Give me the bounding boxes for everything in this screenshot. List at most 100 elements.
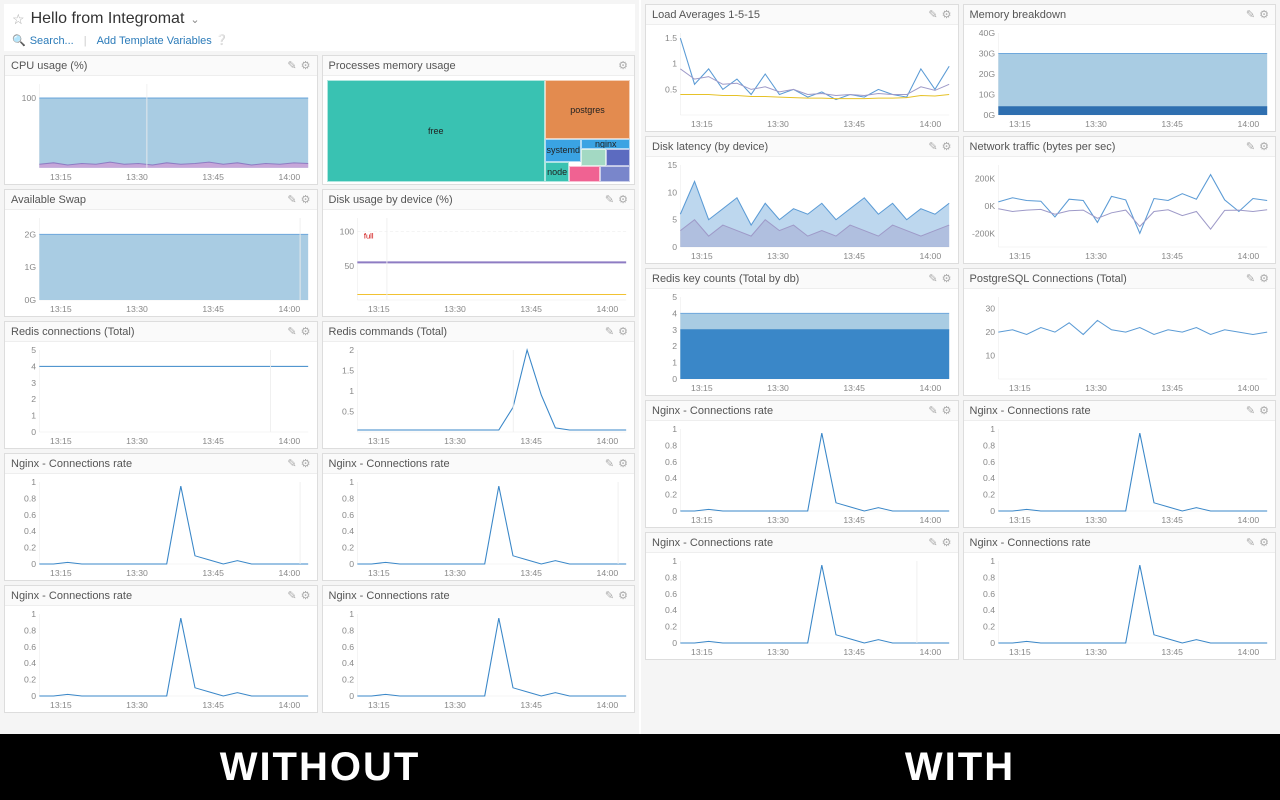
edit-icon[interactable]: ✎ bbox=[287, 589, 296, 602]
edit-icon[interactable]: ✎ bbox=[1246, 140, 1255, 153]
svg-text:0.2: 0.2 bbox=[24, 675, 36, 685]
svg-text:0.2: 0.2 bbox=[665, 622, 677, 632]
edit-icon[interactable]: ✎ bbox=[928, 140, 937, 153]
gear-icon[interactable]: ⚙ bbox=[1259, 272, 1269, 285]
edit-icon[interactable]: ✎ bbox=[287, 457, 296, 470]
panel-disk-usage: Disk usage by device (%)✎⚙50100full13:15… bbox=[322, 189, 636, 317]
svg-text:13:30: 13:30 bbox=[1085, 647, 1107, 657]
svg-text:13:30: 13:30 bbox=[767, 251, 789, 261]
svg-text:1: 1 bbox=[31, 610, 36, 619]
svg-text:14:00: 14:00 bbox=[279, 700, 301, 710]
svg-text:13:15: 13:15 bbox=[368, 568, 390, 578]
edit-icon[interactable]: ✎ bbox=[928, 272, 937, 285]
treemap-cell[interactable]: postgres bbox=[545, 80, 630, 139]
edit-icon[interactable]: ✎ bbox=[605, 589, 614, 602]
edit-icon[interactable]: ✎ bbox=[605, 193, 614, 206]
svg-text:13:15: 13:15 bbox=[691, 383, 713, 393]
treemap-cell[interactable] bbox=[600, 166, 630, 182]
svg-text:100: 100 bbox=[22, 93, 37, 103]
edit-icon[interactable]: ✎ bbox=[1246, 272, 1255, 285]
svg-text:0: 0 bbox=[349, 559, 354, 569]
svg-text:13:15: 13:15 bbox=[691, 119, 713, 129]
gear-icon[interactable]: ⚙ bbox=[1259, 404, 1269, 417]
svg-text:13:45: 13:45 bbox=[202, 436, 224, 446]
edit-icon[interactable]: ✎ bbox=[605, 457, 614, 470]
svg-text:14:00: 14:00 bbox=[920, 251, 942, 261]
svg-text:1.5: 1.5 bbox=[342, 366, 354, 376]
svg-text:13:15: 13:15 bbox=[691, 515, 713, 525]
edit-icon[interactable]: ✎ bbox=[1246, 404, 1255, 417]
treemap-cell[interactable] bbox=[569, 166, 599, 182]
edit-icon[interactable]: ✎ bbox=[287, 325, 296, 338]
svg-text:5: 5 bbox=[672, 215, 677, 225]
svg-text:-200K: -200K bbox=[971, 229, 995, 239]
svg-text:14:00: 14:00 bbox=[279, 568, 301, 578]
panel-network: Network traffic (bytes per sec)✎⚙-200K0K… bbox=[963, 136, 1277, 264]
svg-text:0.6: 0.6 bbox=[24, 642, 36, 652]
svg-text:0: 0 bbox=[990, 638, 995, 648]
svg-text:1: 1 bbox=[349, 610, 354, 619]
svg-text:13:45: 13:45 bbox=[520, 304, 542, 314]
edit-icon[interactable]: ✎ bbox=[287, 59, 296, 72]
gear-icon[interactable]: ⚙ bbox=[942, 8, 952, 21]
edit-icon[interactable]: ✎ bbox=[1246, 536, 1255, 549]
svg-text:0: 0 bbox=[31, 559, 36, 569]
svg-text:13:45: 13:45 bbox=[520, 700, 542, 710]
treemap-cell[interactable] bbox=[606, 149, 630, 165]
edit-icon[interactable]: ✎ bbox=[928, 536, 937, 549]
gear-icon[interactable]: ⚙ bbox=[942, 536, 952, 549]
treemap-cell[interactable]: systemd bbox=[545, 139, 581, 161]
svg-text:13:45: 13:45 bbox=[202, 304, 224, 314]
gear-icon[interactable]: ⚙ bbox=[1259, 8, 1269, 21]
treemap-cell[interactable]: nginx bbox=[581, 139, 630, 149]
svg-text:0.6: 0.6 bbox=[665, 457, 677, 467]
edit-icon[interactable]: ✎ bbox=[287, 193, 296, 206]
gear-icon[interactable]: ⚙ bbox=[618, 589, 628, 602]
svg-text:14:00: 14:00 bbox=[1237, 251, 1259, 261]
treemap-cell[interactable]: node bbox=[545, 162, 569, 182]
gear-icon[interactable]: ⚙ bbox=[942, 404, 952, 417]
svg-text:3: 3 bbox=[672, 325, 677, 335]
svg-text:13:15: 13:15 bbox=[50, 304, 72, 314]
gear-icon[interactable]: ⚙ bbox=[618, 325, 628, 338]
treemap-cell[interactable]: free bbox=[327, 80, 546, 182]
gear-icon[interactable]: ⚙ bbox=[301, 589, 311, 602]
star-icon[interactable]: ☆ bbox=[12, 11, 25, 28]
edit-icon[interactable]: ✎ bbox=[605, 325, 614, 338]
gear-icon[interactable]: ⚙ bbox=[942, 140, 952, 153]
search-link[interactable]: 🔍 Search... bbox=[12, 34, 74, 47]
chevron-down-icon[interactable]: ⌄ bbox=[190, 13, 199, 26]
svg-text:13:45: 13:45 bbox=[1161, 119, 1183, 129]
gear-icon[interactable]: ⚙ bbox=[1259, 536, 1269, 549]
dashboard-title[interactable]: Hello from Integromat bbox=[31, 10, 185, 28]
gear-icon[interactable]: ⚙ bbox=[618, 193, 628, 206]
edit-icon[interactable]: ✎ bbox=[928, 8, 937, 21]
svg-text:0.8: 0.8 bbox=[342, 626, 354, 636]
gear-icon[interactable]: ⚙ bbox=[942, 272, 952, 285]
svg-text:13:30: 13:30 bbox=[126, 172, 148, 182]
svg-text:0.8: 0.8 bbox=[665, 441, 677, 451]
gear-icon[interactable]: ⚙ bbox=[301, 457, 311, 470]
gear-icon[interactable]: ⚙ bbox=[618, 457, 628, 470]
treemap-cell[interactable] bbox=[581, 149, 605, 165]
add-template-vars-link[interactable]: Add Template Variables ❔ bbox=[97, 35, 229, 47]
svg-text:0.6: 0.6 bbox=[983, 457, 995, 467]
svg-text:13:15: 13:15 bbox=[1009, 383, 1031, 393]
gear-icon[interactable]: ⚙ bbox=[301, 59, 311, 72]
svg-text:13:15: 13:15 bbox=[50, 436, 72, 446]
svg-text:13:15: 13:15 bbox=[50, 700, 72, 710]
gear-icon[interactable]: ⚙ bbox=[618, 59, 628, 72]
svg-text:0: 0 bbox=[672, 242, 677, 252]
gear-icon[interactable]: ⚙ bbox=[1259, 140, 1269, 153]
panel-nginx-rate-1: Nginx - Connections rate✎⚙00.20.40.60.81… bbox=[4, 453, 318, 581]
svg-text:1G: 1G bbox=[25, 263, 37, 273]
edit-icon[interactable]: ✎ bbox=[928, 404, 937, 417]
edit-icon[interactable]: ✎ bbox=[1246, 8, 1255, 21]
gear-icon[interactable]: ⚙ bbox=[301, 193, 311, 206]
svg-text:20G: 20G bbox=[978, 69, 994, 79]
svg-text:13:30: 13:30 bbox=[126, 700, 148, 710]
svg-text:0.6: 0.6 bbox=[983, 589, 995, 599]
svg-text:0.2: 0.2 bbox=[342, 675, 354, 685]
gear-icon[interactable]: ⚙ bbox=[301, 325, 311, 338]
svg-text:1: 1 bbox=[349, 386, 354, 396]
